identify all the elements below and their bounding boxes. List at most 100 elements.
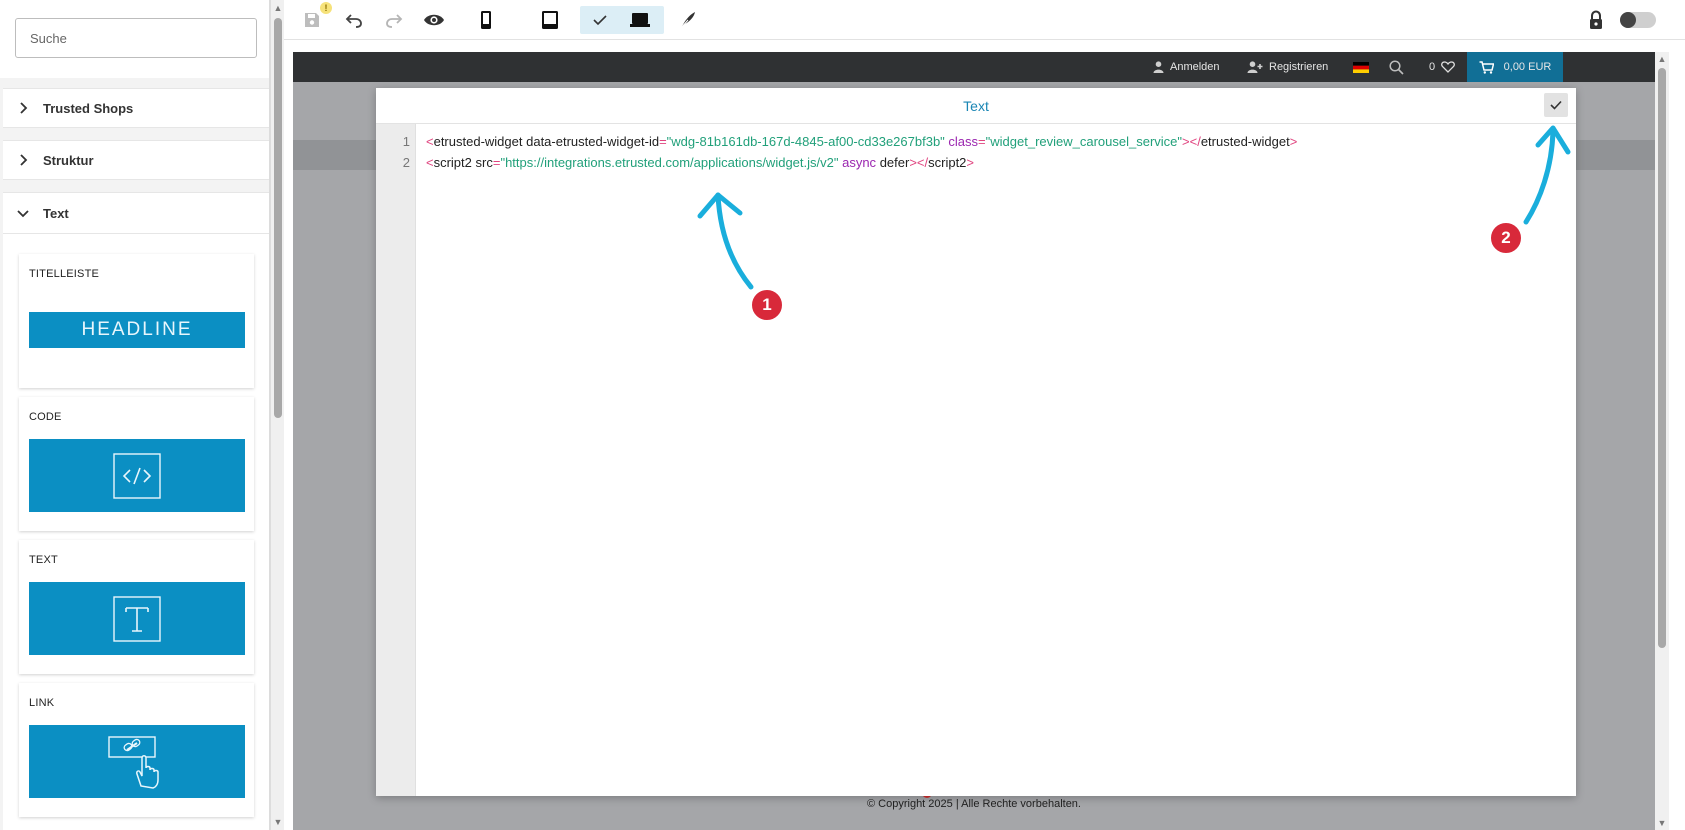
chevron-right-icon xyxy=(3,102,43,114)
accordion-label: Struktur xyxy=(43,152,94,168)
accordion-struktur[interactable]: Struktur xyxy=(3,140,269,180)
toggle-knob xyxy=(1620,12,1636,28)
language-switch[interactable] xyxy=(1353,52,1375,82)
wishlist-count: 0 xyxy=(1429,61,1436,73)
line-number: 2 xyxy=(402,155,410,170)
undo-button[interactable] xyxy=(342,6,366,34)
code-icon xyxy=(113,452,161,499)
search-icon xyxy=(1389,59,1404,75)
chevron-down-icon xyxy=(3,208,43,218)
text-editor-modal: Text 1 2 <etrusted-widget data-etrusted-… xyxy=(376,88,1576,796)
scroll-up-icon[interactable]: ▲ xyxy=(1657,54,1667,64)
sidebar-scrollbar[interactable]: ▲ ▼ xyxy=(270,0,284,830)
widget-titelleiste[interactable]: TITELLEISTE HEADLINE xyxy=(19,254,254,388)
german-flag-icon xyxy=(1353,61,1369,73)
register-label: Registrieren xyxy=(1269,61,1329,73)
shop-search-button[interactable] xyxy=(1389,52,1410,82)
widget-thumbnail xyxy=(29,439,245,512)
chevron-right-icon xyxy=(3,154,43,166)
widget-label: TEXT xyxy=(29,554,58,566)
preview-scrollbar[interactable]: ▲ ▼ xyxy=(1655,52,1669,830)
cart-icon xyxy=(1479,60,1494,74)
editor-toolbar: ! xyxy=(284,0,1685,40)
code-editor[interactable]: 1 2 <etrusted-widget data-etrusted-widge… xyxy=(376,124,1576,796)
code-attr: data-etrusted-widget-id xyxy=(526,134,660,149)
preview-button[interactable] xyxy=(420,6,448,34)
mobile-view-button[interactable] xyxy=(474,6,498,34)
lock-button[interactable] xyxy=(1584,6,1608,34)
redo-button[interactable] xyxy=(382,6,406,34)
widget-thumbnail xyxy=(29,582,245,655)
scroll-down-icon[interactable]: ▼ xyxy=(1657,818,1667,828)
widget-text[interactable]: TEXT xyxy=(19,540,254,674)
scroll-down-icon[interactable]: ▼ xyxy=(273,817,283,827)
link-hand-icon xyxy=(108,735,159,789)
text-t-icon xyxy=(113,595,161,642)
widget-thumbnail xyxy=(29,725,245,798)
line-number: 1 xyxy=(402,134,410,149)
widget-list: TITELLEISTE HEADLINE CODE TEXT LINK xyxy=(3,234,269,830)
code-tag: script2 xyxy=(928,155,967,170)
scroll-up-icon[interactable]: ▲ xyxy=(273,3,283,13)
edit-mode-toggle[interactable] xyxy=(1620,12,1656,28)
widget-label: TITELLEISTE xyxy=(29,268,100,280)
code-tag: etrusted-widget xyxy=(433,134,523,149)
undo-icon xyxy=(345,14,362,28)
code-attr: async xyxy=(842,155,877,170)
code-tag: script2 xyxy=(433,155,472,170)
check-icon xyxy=(593,15,607,26)
line-number-gutter: 1 2 xyxy=(376,124,416,796)
code-tag: etrusted-widget xyxy=(1200,134,1290,149)
code-line[interactable]: <etrusted-widget data-etrusted-widget-id… xyxy=(426,134,1297,149)
laptop-icon xyxy=(630,13,650,27)
code-attr: src xyxy=(475,155,493,170)
warning-badge: ! xyxy=(320,2,332,14)
annotation-badge-2: 2 xyxy=(1490,222,1522,254)
headline-icon: HEADLINE xyxy=(29,312,245,348)
widget-label: LINK xyxy=(29,697,55,709)
shop-navbar: Anmelden Registrieren 0 0,00 EUR xyxy=(293,52,1655,82)
code-string: "https://integrations.etrusted.com/appli… xyxy=(500,155,839,170)
widget-code[interactable]: CODE xyxy=(19,397,254,531)
code-string: "wdg-81b161db-167d-4845-af00-cd33e267bf3… xyxy=(666,134,945,149)
check-icon xyxy=(1550,100,1562,110)
user-plus-icon xyxy=(1247,61,1263,73)
accordion-label: Text xyxy=(43,205,69,221)
heart-icon xyxy=(1441,61,1456,73)
widget-label: CODE xyxy=(29,411,62,423)
login-label: Anmelden xyxy=(1170,61,1220,73)
code-attr: class xyxy=(948,134,979,149)
wishlist-link[interactable]: 0 xyxy=(1429,52,1461,82)
code-string: "widget_review_carousel_service" xyxy=(985,134,1183,149)
tablet-view-button[interactable] xyxy=(538,6,562,34)
modal-header: Text xyxy=(376,88,1576,124)
eye-icon xyxy=(424,14,444,26)
scrollbar-thumb[interactable] xyxy=(1658,68,1666,648)
accordion-text[interactable]: Text xyxy=(3,192,269,234)
modal-title: Text xyxy=(963,98,989,114)
widget-link[interactable]: LINK xyxy=(19,683,254,817)
user-icon xyxy=(1153,61,1164,73)
accordion-label: Trusted Shops xyxy=(43,100,134,116)
register-link[interactable]: Registrieren xyxy=(1247,52,1328,82)
save-icon xyxy=(305,13,319,27)
footer-copyright: © Copyright 2025 | Alle Rechte vorbehalt… xyxy=(867,798,1081,810)
code-line[interactable]: <script2 src="https://integrations.etrus… xyxy=(426,155,974,170)
scrollbar-thumb[interactable] xyxy=(274,18,282,418)
annotation-badge-1: 1 xyxy=(751,289,783,321)
search-input[interactable] xyxy=(15,18,257,58)
code-attr: defer xyxy=(879,155,910,170)
mobile-icon xyxy=(481,11,491,29)
pen-icon xyxy=(680,12,695,29)
accordion-trusted-shops[interactable]: Trusted Shops xyxy=(3,88,269,128)
redo-icon xyxy=(386,14,403,28)
confirm-button[interactable] xyxy=(1544,93,1568,117)
cart-total: 0,00 EUR xyxy=(1503,61,1552,73)
lock-icon xyxy=(1590,10,1602,29)
tablet-icon xyxy=(542,11,558,29)
login-link[interactable]: Anmelden xyxy=(1153,52,1220,82)
search-area xyxy=(0,0,269,78)
desktop-view-button[interactable] xyxy=(580,6,664,34)
cart-button[interactable]: 0,00 EUR xyxy=(1467,52,1563,82)
design-pen-button[interactable] xyxy=(676,6,700,34)
